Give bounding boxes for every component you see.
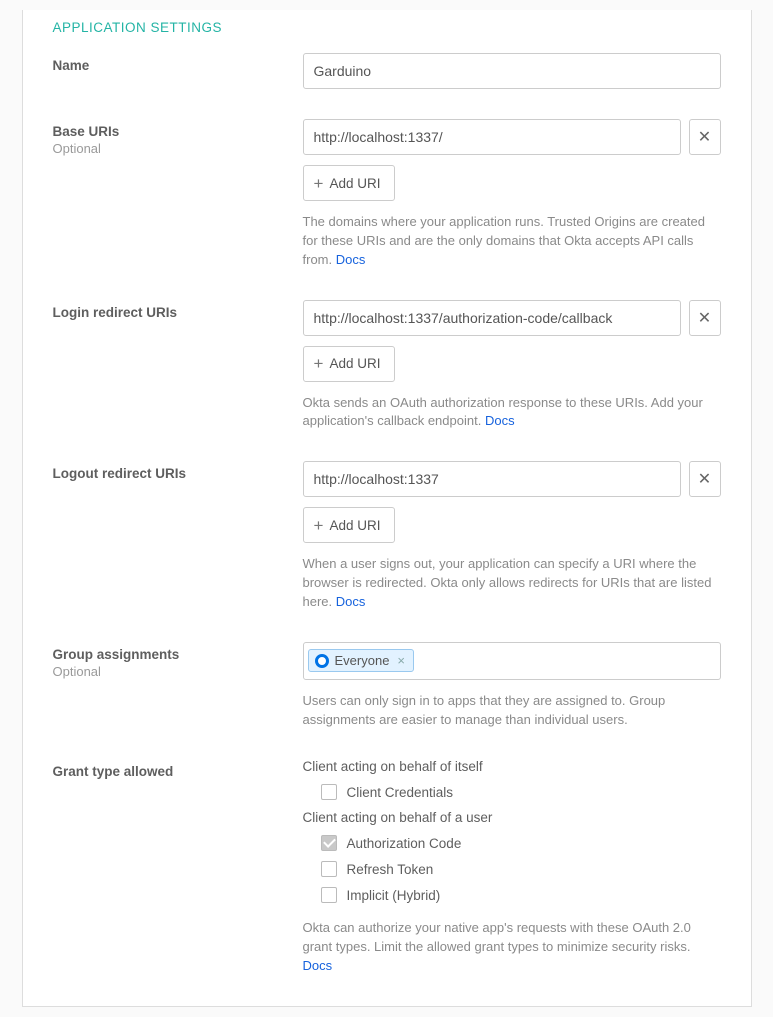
name-input[interactable]	[303, 53, 721, 89]
group-assignments-optional: Optional	[53, 664, 303, 679]
checkbox-icon	[321, 887, 337, 903]
grant-type-help: Okta can authorize your native app's req…	[303, 919, 721, 976]
group-assignments-help: Users can only sign in to apps that they…	[303, 692, 721, 730]
login-uri-input[interactable]	[303, 300, 681, 336]
grant-self-heading: Client acting on behalf of itself	[303, 759, 721, 774]
add-uri-label: Add URI	[329, 356, 380, 371]
base-uris-optional: Optional	[53, 141, 303, 156]
checkbox-icon	[321, 784, 337, 800]
logout-redirect-label: Logout redirect URIs	[53, 466, 303, 481]
logout-redirect-help: When a user signs out, your application …	[303, 555, 721, 612]
close-icon: ✕	[698, 127, 711, 147]
base-uri-row: ✕	[303, 119, 721, 155]
name-label: Name	[53, 58, 303, 73]
close-icon: ✕	[698, 308, 711, 328]
plus-icon: +	[314, 175, 324, 192]
row-logout-redirect: Logout redirect URIs ✕ + Add URI When a …	[53, 461, 721, 612]
group-assignments-label: Group assignments	[53, 647, 303, 662]
checkbox-client-credentials[interactable]: Client Credentials	[303, 784, 721, 800]
add-base-uri-button[interactable]: + Add URI	[303, 165, 396, 201]
checkbox-authorization-code[interactable]: Authorization Code	[303, 835, 721, 851]
login-redirect-help: Okta sends an OAuth authorization respon…	[303, 394, 721, 432]
add-logout-uri-button[interactable]: + Add URI	[303, 507, 396, 543]
group-tag-label: Everyone	[335, 653, 390, 668]
row-grant-type: Grant type allowed Client acting on beha…	[53, 759, 721, 976]
plus-icon: +	[314, 517, 324, 534]
group-assignments-field[interactable]: Everyone ×	[303, 642, 721, 680]
login-redirect-label: Login redirect URIs	[53, 305, 303, 320]
remove-base-uri-button[interactable]: ✕	[689, 119, 721, 155]
row-group-assignments: Group assignments Optional Everyone × Us…	[53, 642, 721, 730]
base-uris-docs-link[interactable]: Docs	[336, 252, 366, 267]
logout-uri-row: ✕	[303, 461, 721, 497]
grant-type-label: Grant type allowed	[53, 764, 303, 779]
logout-redirect-docs-link[interactable]: Docs	[336, 594, 366, 609]
settings-panel: APPLICATION SETTINGS Name Base URIs Opti…	[22, 10, 752, 1007]
checkbox-implicit[interactable]: Implicit (Hybrid)	[303, 887, 721, 903]
logout-uri-input[interactable]	[303, 461, 681, 497]
close-icon: ✕	[698, 469, 711, 489]
checkbox-label: Implicit (Hybrid)	[347, 888, 441, 903]
checkbox-label: Authorization Code	[347, 836, 462, 851]
login-redirect-docs-link[interactable]: Docs	[485, 413, 515, 428]
row-login-redirect: Login redirect URIs ✕ + Add URI Okta sen…	[53, 300, 721, 432]
checkbox-label: Client Credentials	[347, 785, 454, 800]
add-login-uri-button[interactable]: + Add URI	[303, 346, 396, 382]
group-icon	[315, 654, 329, 668]
checkbox-icon	[321, 835, 337, 851]
plus-icon: +	[314, 355, 324, 372]
group-tag-everyone: Everyone ×	[308, 649, 415, 672]
row-base-uris: Base URIs Optional ✕ + Add URI The domai…	[53, 119, 721, 270]
checkbox-icon	[321, 861, 337, 877]
login-uri-row: ✕	[303, 300, 721, 336]
section-title: APPLICATION SETTINGS	[53, 20, 721, 35]
add-uri-label: Add URI	[329, 176, 380, 191]
grant-user-heading: Client acting on behalf of a user	[303, 810, 721, 825]
remove-tag-icon[interactable]: ×	[395, 653, 407, 668]
base-uris-label: Base URIs	[53, 124, 303, 139]
base-uri-input[interactable]	[303, 119, 681, 155]
checkbox-refresh-token[interactable]: Refresh Token	[303, 861, 721, 877]
remove-login-uri-button[interactable]: ✕	[689, 300, 721, 336]
add-uri-label: Add URI	[329, 518, 380, 533]
remove-logout-uri-button[interactable]: ✕	[689, 461, 721, 497]
grant-type-docs-link[interactable]: Docs	[303, 958, 333, 973]
row-name: Name	[53, 53, 721, 89]
checkbox-label: Refresh Token	[347, 862, 434, 877]
base-uris-help: The domains where your application runs.…	[303, 213, 721, 270]
